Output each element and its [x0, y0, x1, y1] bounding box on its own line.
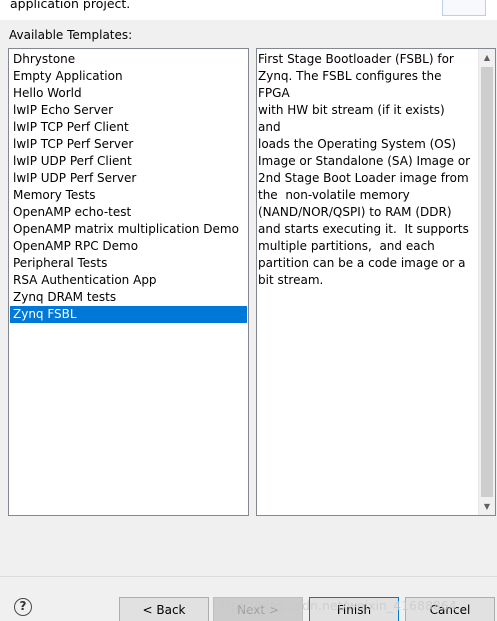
wizard-header: application project. — [0, 0, 497, 21]
templates-list[interactable]: Dhrystone Empty Application Hello World lwI… — [8, 48, 249, 516]
scroll-up-arrow-icon[interactable]: ▲ — [479, 49, 495, 66]
template-list-item[interactable]: OpenAMP matrix multiplication Demo — [10, 221, 247, 238]
template-list-item[interactable]: lwIP UDP Perf Client — [10, 153, 247, 170]
available-templates-label: Available Templates: — [9, 28, 133, 42]
template-list-item[interactable]: lwIP TCP Perf Server — [10, 136, 247, 153]
next-button[interactable]: Next > — [213, 597, 303, 621]
description-scrollbar[interactable]: ▲ ▼ — [478, 49, 495, 515]
template-list-item[interactable]: lwIP Echo Server — [10, 102, 247, 119]
template-description-text: First Stage Bootloader (FSBL) for Zynq. … — [258, 52, 471, 287]
cancel-button[interactable]: Cancel — [405, 597, 495, 621]
template-list-item[interactable]: Peripheral Tests — [10, 255, 247, 272]
template-list-item[interactable]: Zynq DRAM tests — [10, 289, 247, 306]
template-list-item[interactable]: Memory Tests — [10, 187, 247, 204]
finish-button[interactable]: Finish — [309, 597, 399, 621]
header-description: application project. — [10, 0, 131, 11]
template-list-item[interactable]: RSA Authentication App — [10, 272, 247, 289]
template-list-item[interactable]: OpenAMP echo-test — [10, 204, 247, 221]
help-icon[interactable]: ? — [14, 598, 32, 616]
template-description-panel: First Stage Bootloader (FSBL) for Zynq. … — [256, 48, 496, 516]
wizard-dialog: application project. Available Templates… — [0, 0, 497, 621]
back-button[interactable]: < Back — [119, 597, 209, 621]
wizard-banner-icon — [442, 0, 486, 16]
template-list-item[interactable]: lwIP UDP Perf Server — [10, 170, 247, 187]
templates-page: Available Templates: Dhrystone Empty Appl… — [0, 20, 497, 576]
template-list-item[interactable]: Dhrystone — [10, 51, 247, 68]
template-list-item[interactable]: Empty Application — [10, 68, 247, 85]
template-list-item[interactable]: Zynq FSBL — [10, 306, 247, 323]
template-list-item[interactable]: Hello World — [10, 85, 247, 102]
scroll-down-arrow-icon[interactable]: ▼ — [479, 498, 495, 515]
scroll-thumb[interactable] — [481, 67, 493, 497]
template-list-item[interactable]: lwIP TCP Perf Client — [10, 119, 247, 136]
button-bar: ? < Back Next > Finish Cancel https://bl… — [0, 576, 497, 621]
template-list-item[interactable]: OpenAMP RPC Demo — [10, 238, 247, 255]
